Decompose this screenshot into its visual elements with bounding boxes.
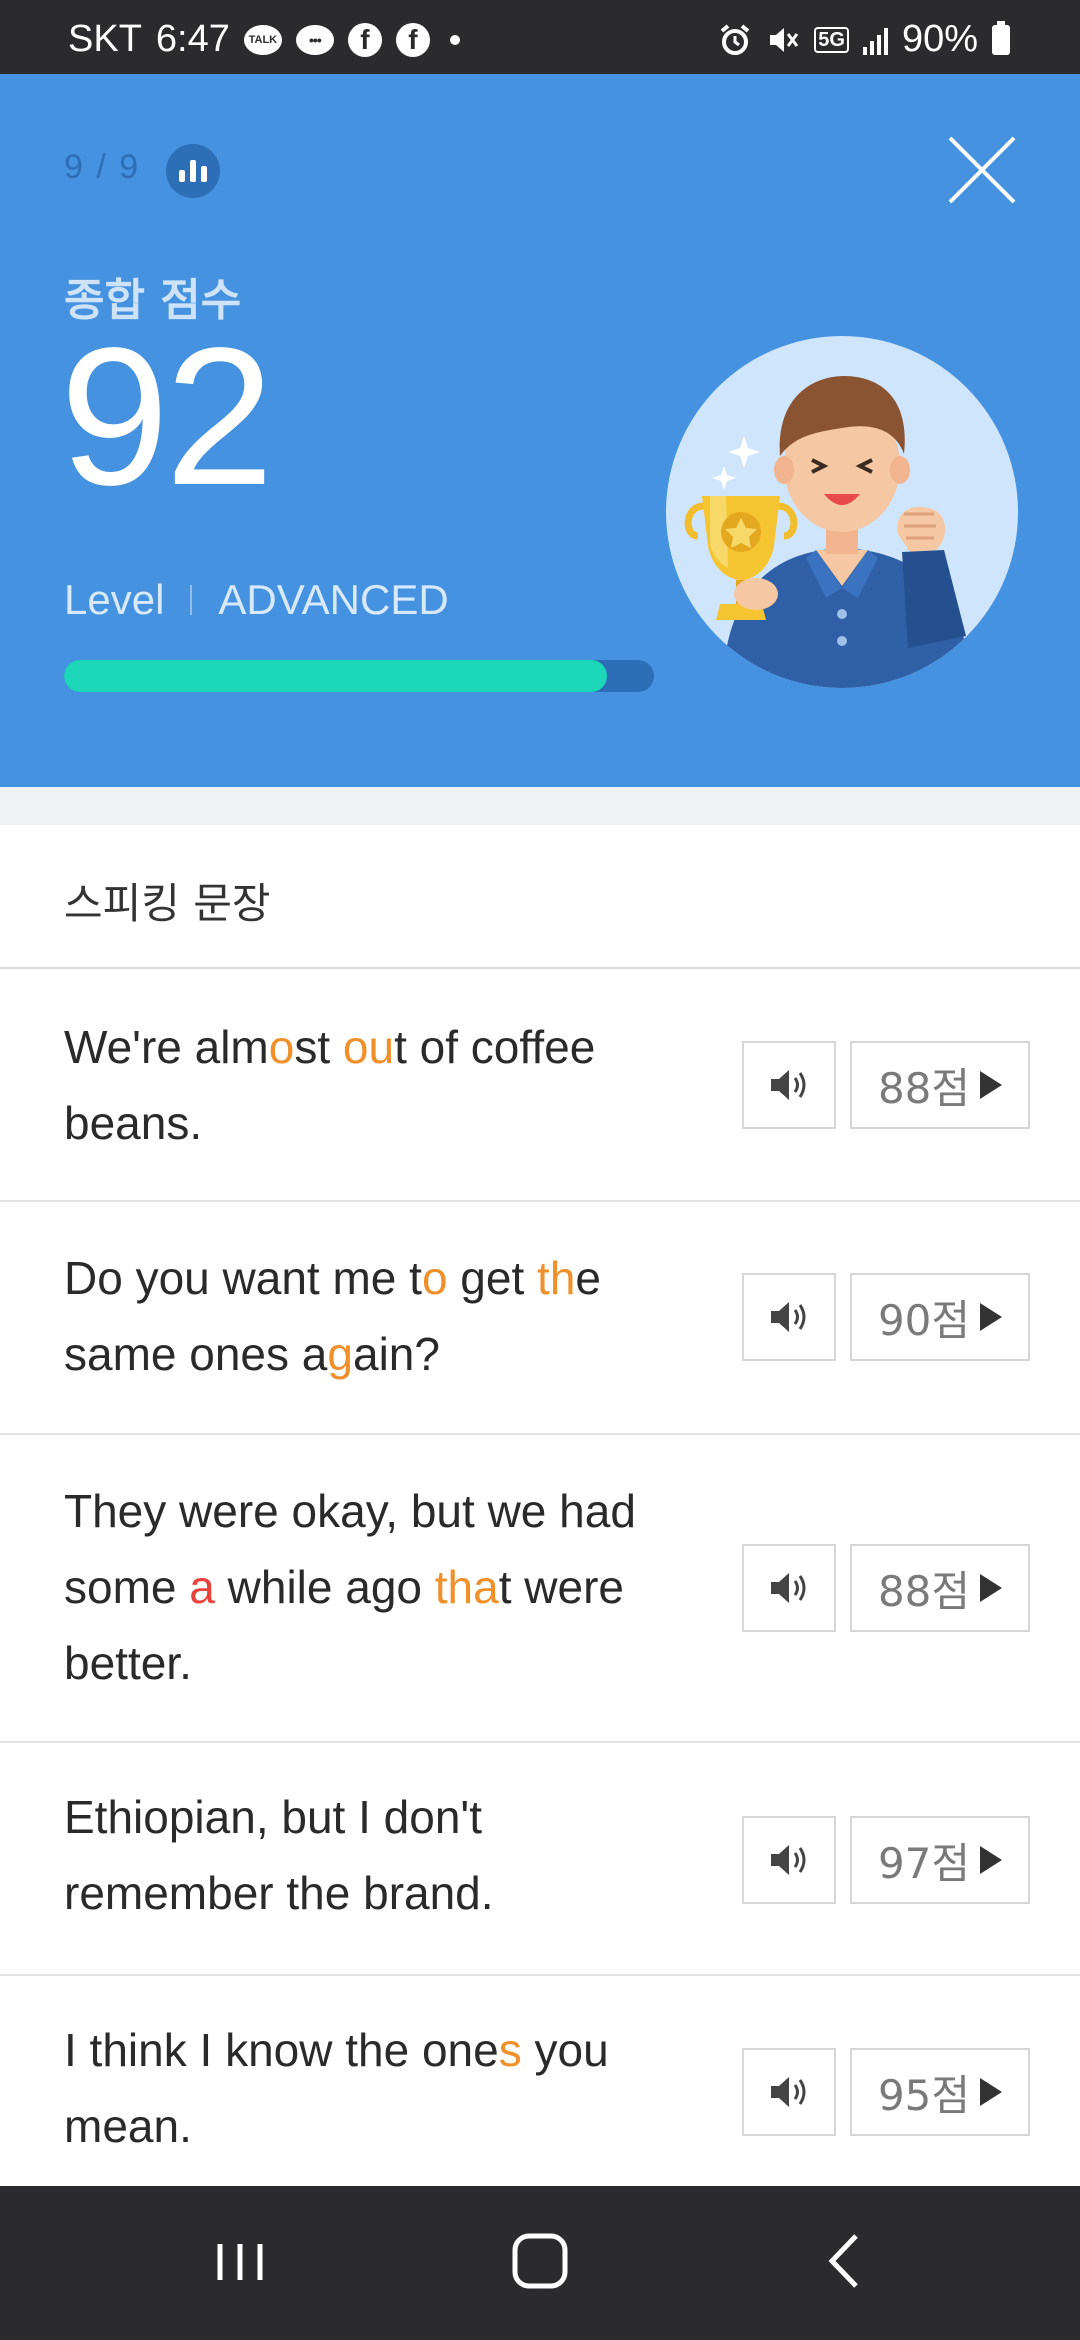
sentence-row: I think I know the ones you mean. 95점: [0, 1976, 1080, 2186]
system-nav-bar: [0, 2186, 1080, 2340]
sentence-score-button[interactable]: 88점: [850, 1041, 1030, 1129]
section-title: 스피킹 문장: [64, 879, 271, 928]
sentence-segment: Ethiopian, but I don't remember the bran…: [64, 1791, 494, 1919]
sentence-text: We're almost out of coffee beans.: [64, 1009, 704, 1161]
speaker-icon: [771, 1845, 806, 1875]
level-divider: [190, 585, 193, 615]
facebook-icon: f: [395, 22, 430, 57]
sentence-text: They were okay, but we had some a while …: [64, 1473, 704, 1701]
alarm-icon: [720, 23, 750, 55]
recent-apps-icon: [217, 2244, 263, 2280]
close-button[interactable]: [946, 134, 1018, 206]
close-icon: [948, 136, 1016, 204]
mispronounced-segment: ou: [342, 1021, 395, 1073]
sentence-score: 88점: [877, 1063, 971, 1113]
mispronounced-segment: th: [537, 1252, 576, 1304]
mispronounced-segment: tha: [434, 1561, 499, 1613]
mispronounced-segment: o: [268, 1021, 295, 1073]
level-label: Level: [64, 576, 165, 623]
recent-apps-button[interactable]: [200, 2226, 280, 2296]
stats-chart-button[interactable]: [166, 144, 220, 198]
facebook-icon: f: [347, 22, 382, 57]
sentence-row: They were okay, but we had some a while …: [0, 1435, 1080, 1743]
speaker-icon: [771, 1070, 806, 1100]
sentence-segment: st: [294, 1021, 343, 1073]
sentence-score: 97점: [877, 1838, 971, 1888]
network-type: 5G: [814, 26, 849, 53]
score-progress-bar: [64, 660, 654, 692]
play-audio-button[interactable]: [742, 1816, 836, 1904]
bar-chart-icon: [179, 170, 185, 182]
carrier-label: SKT: [68, 18, 142, 60]
overall-score: 92: [60, 307, 274, 526]
sentence-score: 90점: [877, 1295, 971, 1345]
sentence-segment: Do you want me t: [64, 1252, 422, 1304]
section-spacer: [0, 787, 1080, 825]
sentence-score-button[interactable]: 88점: [850, 1544, 1030, 1632]
speaker-icon: [771, 1302, 806, 1332]
sentence-segment: get: [447, 1252, 538, 1304]
sentence-text: Ethiopian, but I don't remember the bran…: [64, 1779, 704, 1931]
play-triangle-icon: [980, 2078, 1003, 2106]
battery-icon: [992, 20, 1010, 55]
mispronounced-segment: g: [327, 1328, 353, 1380]
sentence-segment: We're alm: [64, 1021, 269, 1073]
sentence-text: Do you want me to get the same ones agai…: [64, 1240, 704, 1392]
play-audio-button[interactable]: [742, 1544, 836, 1632]
home-button[interactable]: [500, 2226, 580, 2296]
speaker-icon: [771, 1573, 806, 1603]
progress-count: 9 / 9: [64, 148, 141, 186]
sentence-row: Ethiopian, but I don't remember the bran…: [0, 1743, 1080, 1976]
battery-percent: 90%: [901, 18, 978, 60]
play-triangle-icon: [980, 1574, 1003, 1602]
back-button[interactable]: [806, 2226, 886, 2296]
sentence-row: Do you want me to get the same ones agai…: [0, 1202, 1080, 1435]
mispronounced-segment: a: [189, 1561, 215, 1613]
clock: 6:47: [155, 18, 230, 60]
sentence-score: 95점: [877, 2070, 971, 2120]
message-icon: [295, 24, 334, 55]
play-audio-button[interactable]: [742, 1041, 836, 1129]
mispronounced-segment: o: [421, 1252, 448, 1304]
sentence-segment: I think I know the one: [64, 2024, 499, 2076]
sentence-score-button[interactable]: 90점: [850, 1273, 1030, 1361]
play-triangle-icon: [980, 1071, 1003, 1099]
mute-icon: [770, 27, 799, 52]
play-triangle-icon: [980, 1303, 1003, 1331]
sentence-row: We're almost out of coffee beans. 88점: [0, 969, 1080, 1202]
kakaotalk-icon: TALK: [243, 24, 282, 55]
sentence-text: I think I know the ones you mean.: [64, 2012, 704, 2164]
status-bar: SKT 6:47 TALK f f 5G 90%: [0, 0, 1080, 74]
signal-icon: [862, 25, 888, 55]
sentence-score-button[interactable]: 97점: [850, 1816, 1030, 1904]
sentence-score-button[interactable]: 95점: [850, 2048, 1030, 2136]
play-audio-button[interactable]: [742, 1273, 836, 1361]
play-audio-button[interactable]: [742, 2048, 836, 2136]
score-header: 9 / 9 종합 점수 92 Level ADVANCED: [0, 74, 1080, 787]
score-progress-fill: [64, 660, 607, 692]
trophy-character-illustration: [666, 336, 1018, 688]
home-icon: [512, 2233, 568, 2289]
level-value: ADVANCED: [218, 576, 449, 623]
play-triangle-icon: [980, 1846, 1003, 1874]
more-notifications-icon: [449, 34, 460, 45]
back-icon: [828, 2234, 858, 2288]
speaker-icon: [771, 2077, 806, 2107]
sentence-segment: while ago: [214, 1561, 435, 1613]
mispronounced-segment: s: [498, 2024, 522, 2076]
sentence-score: 88점: [877, 1566, 971, 1616]
sentence-segment: ain?: [352, 1328, 440, 1380]
level-row: Level ADVANCED: [64, 576, 449, 624]
